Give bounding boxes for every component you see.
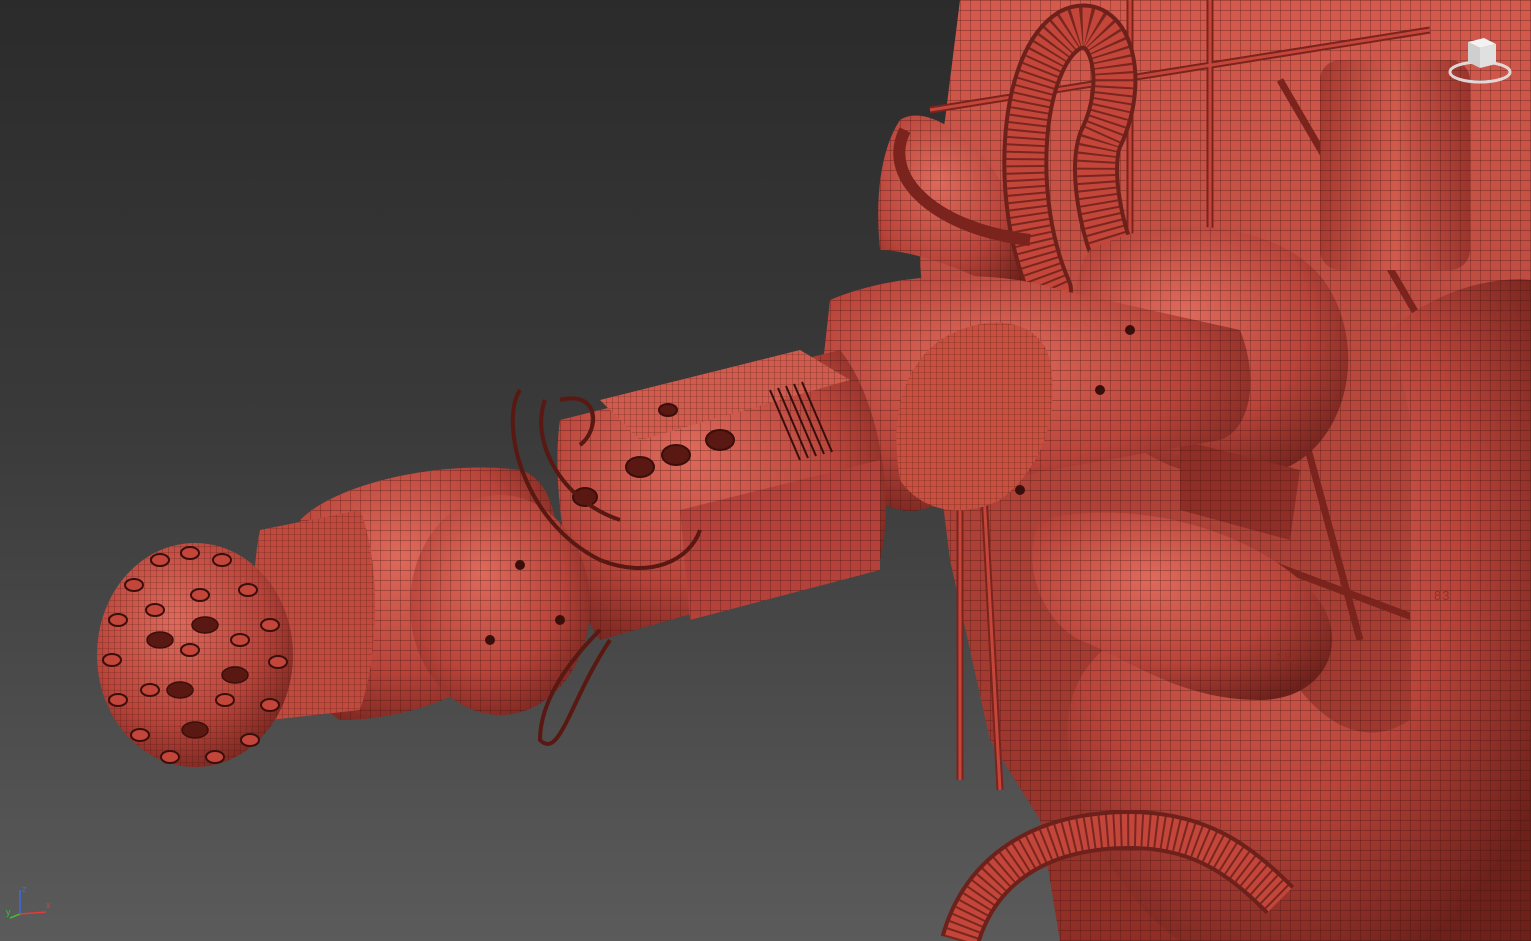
robot-arm-model[interactable] bbox=[0, 0, 1531, 941]
viewcube-icon[interactable] bbox=[1444, 28, 1516, 92]
panel-marking-2: 15 bbox=[1276, 650, 1293, 665]
x-axis-icon bbox=[19, 911, 47, 915]
x-axis-label: x bbox=[46, 900, 51, 910]
panel-marking-1: 83 bbox=[1434, 588, 1451, 603]
viewcube[interactable] bbox=[1444, 28, 1516, 92]
forearm bbox=[557, 350, 886, 640]
perspective-viewport[interactable]: 83 15 x y z bbox=[0, 0, 1531, 941]
z-axis-label: z bbox=[22, 884, 27, 894]
y-axis-icon bbox=[9, 913, 21, 919]
y-axis-label: y bbox=[6, 907, 11, 917]
studded-sphere-head bbox=[97, 543, 293, 767]
axis-tripod: x y z bbox=[6, 884, 54, 924]
